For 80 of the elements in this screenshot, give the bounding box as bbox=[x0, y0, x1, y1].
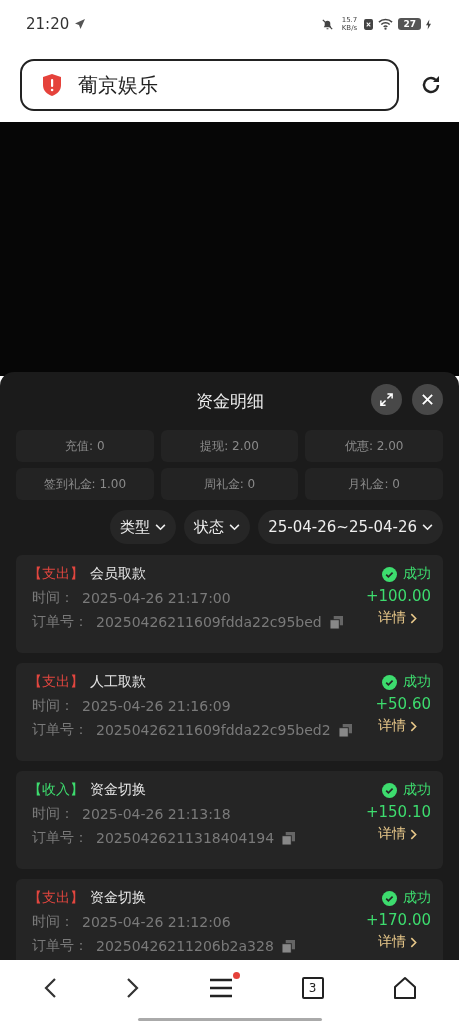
tabs-button[interactable]: 3 bbox=[301, 977, 324, 999]
summary-stat: 周礼金: 0 bbox=[160, 468, 299, 500]
status-text: 成功 bbox=[403, 889, 431, 907]
order-number: 20250426211609fdda22c95bed2 bbox=[96, 722, 331, 738]
time-label: 时间： bbox=[32, 589, 74, 607]
amount: +150.10 bbox=[365, 803, 431, 821]
record-type: 【支出】 bbox=[28, 889, 84, 907]
back-icon[interactable] bbox=[42, 977, 57, 999]
amount: +170.00 bbox=[365, 911, 431, 929]
amount: +50.60 bbox=[375, 695, 431, 713]
order-number: 20250426211206b2a328 bbox=[96, 938, 274, 954]
time-label: 时间： bbox=[32, 805, 74, 823]
details-link[interactable]: 详情 bbox=[378, 717, 417, 735]
summary-stat: 月礼金: 0 bbox=[305, 468, 443, 500]
check-circle-icon bbox=[382, 566, 397, 582]
chevron-right-icon bbox=[410, 612, 417, 624]
record-time: 2025-04-26 21:17:00 bbox=[82, 590, 231, 606]
status-text: 成功 bbox=[403, 781, 431, 799]
expand-icon bbox=[379, 392, 394, 407]
filter-dropdown[interactable]: 状态 bbox=[184, 510, 251, 544]
battery-level: 27 bbox=[398, 18, 421, 30]
wifi-icon bbox=[378, 18, 394, 30]
record-type: 【支出】 bbox=[28, 673, 84, 691]
record-time: 2025-04-26 21:13:18 bbox=[82, 806, 231, 822]
chevron-down-icon bbox=[422, 523, 433, 531]
check-circle-icon bbox=[382, 890, 397, 906]
summary-stat: 优惠: 2.00 bbox=[305, 430, 443, 462]
record-title: 会员取款 bbox=[90, 565, 146, 583]
time-label: 时间： bbox=[32, 913, 74, 931]
order-label: 订单号： bbox=[32, 613, 88, 631]
time-label: 时间： bbox=[32, 697, 74, 715]
filter-dropdown[interactable]: 类型 bbox=[110, 510, 177, 544]
status-text: 成功 bbox=[403, 565, 431, 583]
sheet-title: 资金明细 bbox=[195, 389, 264, 413]
order-number: 20250426211609fdda22c95bed bbox=[96, 614, 322, 630]
summary-stat: 签到礼金: 1.00 bbox=[16, 468, 154, 500]
send-icon bbox=[74, 18, 87, 30]
order-number: 20250426211318404194 bbox=[96, 830, 275, 846]
muted-bell-icon bbox=[321, 17, 335, 31]
menu-icon[interactable] bbox=[208, 978, 233, 998]
filter-dropdown[interactable]: 25-04-26~25-04-26 bbox=[258, 510, 443, 544]
close-button[interactable] bbox=[412, 384, 443, 415]
summary-stat: 充值: 0 bbox=[16, 430, 154, 462]
close-icon bbox=[421, 393, 434, 406]
record-title: 人工取款 bbox=[90, 673, 146, 691]
page-title: 葡京娱乐 bbox=[78, 71, 158, 99]
record-type: 【收入】 bbox=[28, 781, 84, 799]
chevron-down-icon bbox=[155, 523, 167, 531]
details-link[interactable]: 详情 bbox=[378, 933, 417, 951]
record-time: 2025-04-26 21:16:09 bbox=[82, 698, 231, 714]
clock-time: 21:20 bbox=[26, 15, 70, 33]
chevron-right-icon bbox=[410, 828, 417, 840]
order-label: 订单号： bbox=[32, 937, 88, 955]
expand-button[interactable] bbox=[371, 384, 402, 415]
address-field[interactable]: 葡京娱乐 bbox=[20, 59, 399, 111]
check-circle-icon bbox=[382, 674, 397, 690]
details-link[interactable]: 详情 bbox=[378, 609, 417, 627]
order-label: 订单号： bbox=[32, 721, 88, 739]
amount: +100.00 bbox=[365, 587, 431, 605]
copy-icon[interactable] bbox=[338, 723, 352, 737]
check-circle-icon bbox=[382, 782, 397, 798]
record-type: 【支出】 bbox=[28, 565, 84, 583]
summary-stat: 提现: 2.00 bbox=[160, 430, 299, 462]
chevron-right-icon bbox=[410, 720, 417, 732]
forward-icon[interactable] bbox=[125, 977, 140, 999]
status-text: 成功 bbox=[403, 673, 431, 691]
copy-icon[interactable] bbox=[281, 939, 295, 953]
chevron-down-icon bbox=[229, 523, 241, 531]
charging-icon bbox=[426, 18, 431, 30]
record-title: 资金切换 bbox=[90, 781, 146, 799]
copy-icon[interactable] bbox=[282, 831, 296, 845]
home-icon[interactable] bbox=[392, 976, 417, 1000]
sim-icon bbox=[364, 18, 374, 30]
copy-icon[interactable] bbox=[329, 615, 343, 629]
details-link[interactable]: 详情 bbox=[378, 825, 417, 843]
warning-shield-icon bbox=[42, 74, 62, 96]
record-time: 2025-04-26 21:12:06 bbox=[82, 914, 231, 930]
chevron-right-icon bbox=[410, 936, 417, 948]
order-label: 订单号： bbox=[32, 829, 88, 847]
record-title: 资金切换 bbox=[90, 889, 146, 907]
